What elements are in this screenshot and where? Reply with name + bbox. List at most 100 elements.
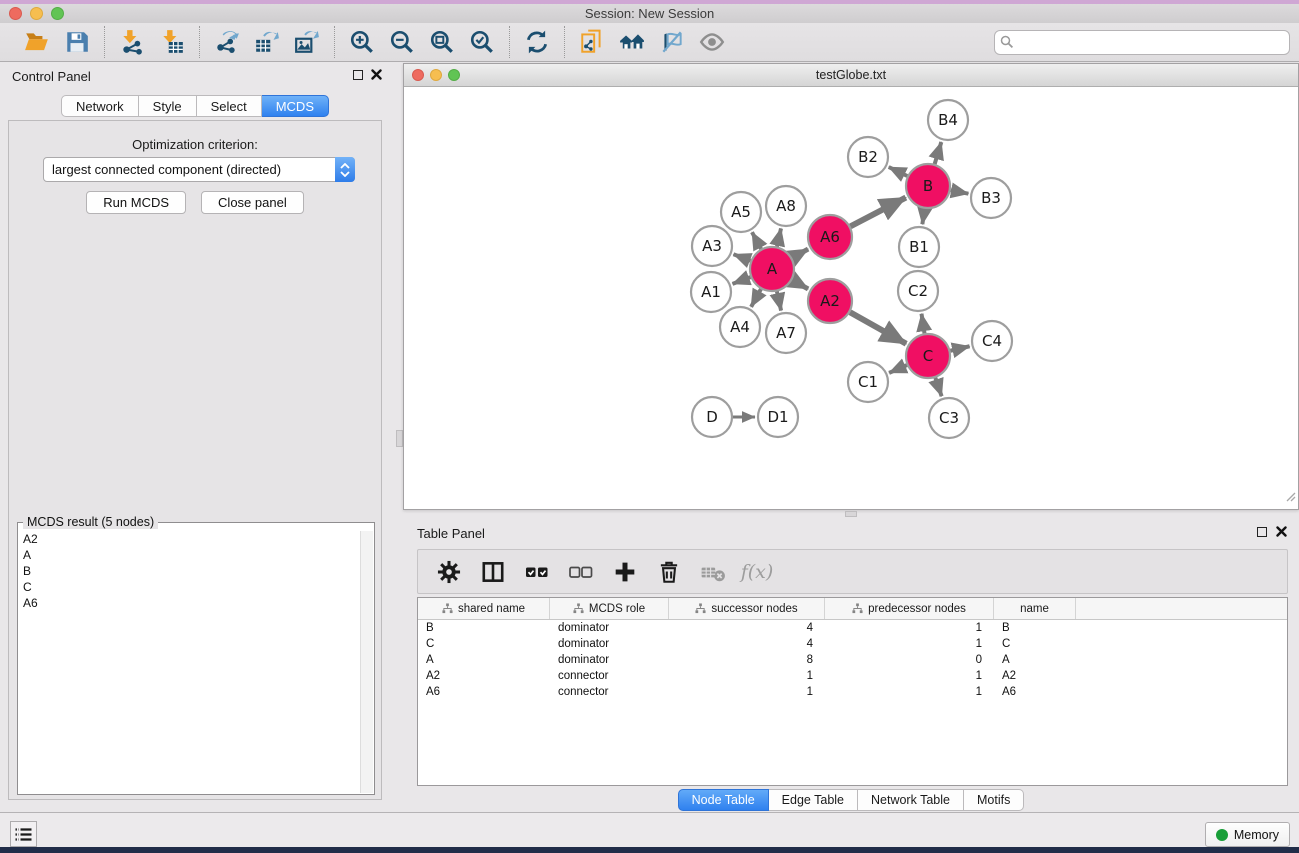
edge-A-A2[interactable]: [792, 280, 808, 289]
edge-A-A4[interactable]: [751, 289, 761, 307]
edge-A-A1[interactable]: [733, 277, 751, 284]
run-mcds-button[interactable]: Run MCDS: [86, 191, 186, 214]
node-D[interactable]: D: [692, 397, 732, 437]
node-A[interactable]: A: [750, 247, 794, 291]
edge-C-C1[interactable]: [889, 365, 907, 373]
column-header-successor-nodes[interactable]: successor nodes: [669, 598, 825, 619]
edge-A2-C[interactable]: [850, 312, 906, 344]
edge-A-A3[interactable]: [733, 254, 750, 261]
edge-B-B2[interactable]: [889, 167, 908, 176]
node-B3[interactable]: B3: [971, 178, 1011, 218]
home-pairs-button[interactable]: [615, 26, 649, 58]
table-tab-node-table[interactable]: Node Table: [678, 789, 769, 811]
zoom-fit-button[interactable]: [425, 26, 459, 58]
column-header-predecessor-nodes[interactable]: predecessor nodes: [825, 598, 994, 619]
node-D1[interactable]: D1: [758, 397, 798, 437]
node-A1[interactable]: A1: [691, 272, 731, 312]
table-row[interactable]: A6connector11A6: [418, 684, 1287, 700]
mcds-result-item[interactable]: C: [19, 579, 359, 595]
node-A8[interactable]: A8: [766, 186, 806, 226]
tab-select[interactable]: Select: [197, 95, 262, 117]
export-table-button[interactable]: [250, 26, 284, 58]
node-B4[interactable]: B4: [928, 100, 968, 140]
mcds-result-item[interactable]: A6: [19, 595, 359, 611]
column-header-shared-name[interactable]: shared name: [418, 598, 550, 619]
zoom-selected-button[interactable]: [465, 26, 499, 58]
split-view-button[interactable]: [478, 556, 508, 588]
edge-A6-B[interactable]: [850, 198, 905, 227]
hide-details-button[interactable]: [655, 26, 689, 58]
edge-B-B4[interactable]: [935, 142, 942, 164]
table-tab-network-table[interactable]: Network Table: [858, 789, 964, 811]
close-panel-icon[interactable]: [371, 69, 382, 80]
float-panel-icon[interactable]: [353, 70, 363, 80]
column-header-name[interactable]: name: [994, 598, 1076, 619]
result-scrollbar[interactable]: [360, 531, 373, 793]
table-row[interactable]: Adominator80A: [418, 652, 1287, 668]
save-session-button[interactable]: [60, 26, 94, 58]
node-A4[interactable]: A4: [720, 307, 760, 347]
export-image-button[interactable]: [290, 26, 324, 58]
horizontal-splitter-handle[interactable]: [845, 511, 857, 517]
show-details-button[interactable]: [695, 26, 729, 58]
node-C[interactable]: C: [906, 334, 950, 378]
table-row[interactable]: Cdominator41C: [418, 636, 1287, 652]
column-settings-gear-button[interactable]: [434, 556, 464, 588]
resize-grip-icon[interactable]: [1284, 489, 1296, 507]
open-session-button[interactable]: [20, 26, 54, 58]
edge-B-B1[interactable]: [922, 209, 924, 224]
clone-network-button[interactable]: [575, 26, 609, 58]
memory-button[interactable]: Memory: [1205, 822, 1290, 847]
table-row[interactable]: A2connector11A2: [418, 668, 1287, 684]
table-tab-edge-table[interactable]: Edge Table: [769, 789, 858, 811]
vertical-splitter-handle[interactable]: [396, 430, 403, 447]
mcds-result-item[interactable]: A2: [19, 531, 359, 547]
delete-table-button[interactable]: [698, 556, 728, 588]
edge-B-B3[interactable]: [951, 190, 969, 193]
zoom-out-button[interactable]: [385, 26, 419, 58]
node-C2[interactable]: C2: [898, 271, 938, 311]
refresh-layout-button[interactable]: [520, 26, 554, 58]
edge-C-C3[interactable]: [935, 378, 941, 396]
table-row[interactable]: Bdominator41B: [418, 620, 1287, 636]
select-all-columns-button[interactable]: [522, 556, 552, 588]
node-A6[interactable]: A6: [808, 215, 852, 259]
table-close-panel-icon[interactable]: [1276, 526, 1287, 537]
edge-A-A5[interactable]: [752, 232, 761, 249]
optimization-criterion-dropdown[interactable]: largest connected component (directed): [43, 157, 355, 182]
column-header-mcds-role[interactable]: MCDS role: [550, 598, 669, 619]
create-column-button[interactable]: [610, 556, 640, 588]
table-tab-motifs[interactable]: Motifs: [964, 789, 1024, 811]
node-C4[interactable]: C4: [972, 321, 1012, 361]
edge-A-A8[interactable]: [777, 228, 781, 246]
import-network-button[interactable]: [115, 26, 149, 58]
zoom-in-button[interactable]: [345, 26, 379, 58]
node-C3[interactable]: C3: [929, 398, 969, 438]
node-A3[interactable]: A3: [692, 226, 732, 266]
edge-C-C2[interactable]: [921, 314, 924, 334]
tab-network[interactable]: Network: [61, 95, 139, 117]
mcds-result-item[interactable]: B: [19, 563, 359, 579]
tab-mcds[interactable]: MCDS: [262, 95, 329, 117]
node-C1[interactable]: C1: [848, 362, 888, 402]
function-builder-button[interactable]: f(x): [742, 556, 772, 588]
import-table-button[interactable]: [155, 26, 189, 58]
show-panels-list-button[interactable]: [10, 821, 37, 847]
table-float-panel-icon[interactable]: [1257, 527, 1267, 537]
node-B[interactable]: B: [906, 164, 950, 208]
mcds-result-item[interactable]: A: [19, 547, 359, 563]
tab-style[interactable]: Style: [139, 95, 197, 117]
node-B2[interactable]: B2: [848, 137, 888, 177]
edge-A-A7[interactable]: [777, 291, 781, 310]
edge-A-A6[interactable]: [792, 249, 808, 258]
close-panel-button[interactable]: Close panel: [201, 191, 304, 214]
node-A5[interactable]: A5: [721, 192, 761, 232]
unselect-all-columns-button[interactable]: [566, 556, 596, 588]
node-B1[interactable]: B1: [899, 227, 939, 267]
edge-C-C4[interactable]: [950, 346, 969, 351]
delete-column-button[interactable]: [654, 556, 684, 588]
network-canvas[interactable]: B4 B2 B B3 A5A8A6 A3 B1 A A1 C2 A2 A4A7 C4 C C1 D D1 C3: [404, 87, 1298, 509]
node-A2[interactable]: A2: [808, 279, 852, 323]
node-A7[interactable]: A7: [766, 313, 806, 353]
search-input[interactable]: [994, 30, 1290, 55]
